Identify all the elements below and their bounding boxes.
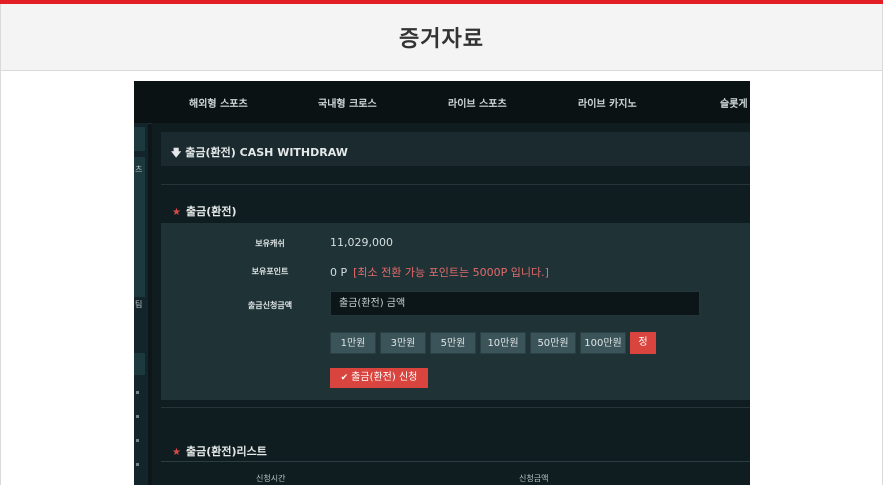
column-request-amount: 신청금액 <box>519 474 549 483</box>
points-row: 0 P [최소 전환 가능 포인트는 5000P 입니다.] <box>330 264 549 280</box>
top-nav: 해외형 스포츠 국내형 크로스 라이브 스포츠 라이브 카지노 슬롯게 <box>134 81 750 124</box>
points-label: 보유포인트 <box>251 267 289 276</box>
balance-value: 11,029,000 <box>330 236 393 249</box>
submit-withdraw-button[interactable]: ✔ 출금(환전) 신청 <box>330 368 428 388</box>
star-icon: ★ <box>172 447 181 458</box>
sidebar-block[interactable] <box>134 127 145 151</box>
balance-label: 보유캐쉬 <box>255 239 285 248</box>
column-request-time: 신청시간 <box>256 474 286 483</box>
points-note: [최소 전환 가능 포인트는 5000P 입니다.] <box>353 266 549 279</box>
withdraw-header-panel: 🡇 출금(환전) CASH WITHDRAW <box>161 132 750 166</box>
arrow-down-icon: 🡇 <box>171 148 182 159</box>
withdraw-section-title-text: 출금(환전) <box>185 205 237 218</box>
amount-label: 출금신청금액 <box>247 301 293 310</box>
section-divider <box>161 407 750 408</box>
amount-100man-button[interactable]: 100만원 <box>580 332 626 354</box>
amount-input[interactable] <box>330 291 700 316</box>
points-value: 0 P <box>330 266 348 279</box>
amount-50man-button[interactable]: 50만원 <box>530 332 576 354</box>
nav-item-live-sports[interactable]: 라이브 스포츠 <box>448 81 507 123</box>
list-section-title-text: 출금(환전)리스트 <box>185 445 267 458</box>
submit-withdraw-label: 출금(환전) 신청 <box>351 372 418 383</box>
check-icon: ✔ <box>340 373 349 383</box>
page-title: 증거자료 <box>399 27 484 52</box>
sidebar-dot <box>136 463 139 466</box>
sidebar: 츠 팀 <box>134 123 148 485</box>
sidebar-block[interactable] <box>134 353 145 375</box>
page-header: 증거자료 <box>0 4 883 71</box>
nav-item-domestic-cross[interactable]: 국내형 크로스 <box>318 81 377 123</box>
reset-amount-button[interactable]: 정 <box>630 332 656 354</box>
evidence-screenshot: 해외형 스포츠 국내형 크로스 라이브 스포츠 라이브 카지노 슬롯게 츠 팀 … <box>134 81 750 485</box>
sidebar-dot <box>136 439 139 442</box>
amount-10man-button[interactable]: 10만원 <box>480 332 526 354</box>
withdraw-header: 🡇 출금(환전) CASH WITHDRAW <box>171 144 348 163</box>
star-icon: ★ <box>172 207 181 218</box>
nav-item-overseas-sports[interactable]: 해외형 스포츠 <box>189 81 248 123</box>
amount-5man-button[interactable]: 5만원 <box>430 332 476 354</box>
sidebar-dot <box>136 415 139 418</box>
list-divider <box>161 461 750 462</box>
nav-item-slot[interactable]: 슬롯게 <box>720 81 748 123</box>
sidebar-dot <box>136 391 139 394</box>
sidebar-fragment: 팀 <box>135 300 143 309</box>
amount-1man-button[interactable]: 1만원 <box>330 332 376 354</box>
withdraw-section-title: ★ 출금(환전) <box>172 203 237 219</box>
sidebar-fragment: 츠 <box>135 165 143 174</box>
list-section-title: ★ 출금(환전)리스트 <box>172 443 267 459</box>
withdraw-header-text: 출금(환전) CASH WITHDRAW <box>185 146 348 159</box>
section-divider <box>161 184 750 185</box>
nav-item-live-casino[interactable]: 라이브 카지노 <box>578 81 637 123</box>
sidebar-block[interactable] <box>134 157 145 297</box>
amount-3man-button[interactable]: 3만원 <box>380 332 426 354</box>
